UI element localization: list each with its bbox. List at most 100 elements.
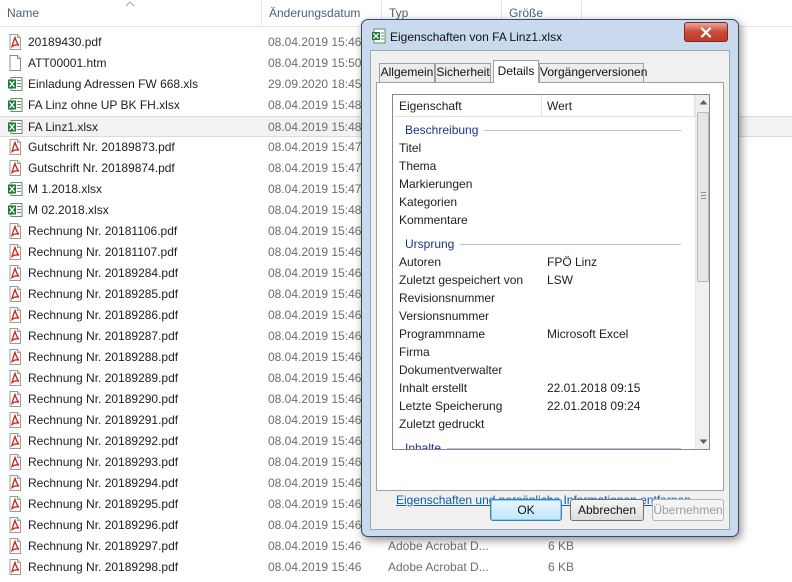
property-row[interactable]: Kategorien bbox=[393, 193, 695, 211]
sort-ascending-icon bbox=[125, 1, 135, 7]
file-date: 08.04.2019 15:46 bbox=[268, 413, 362, 427]
property-row[interactable]: Inhalt erstellt 22.01.2018 09:15 bbox=[393, 379, 695, 397]
file-name: FA Linz1.xlsx bbox=[28, 120, 99, 134]
excel-icon bbox=[7, 76, 23, 92]
property-row[interactable]: Markierungen bbox=[393, 175, 695, 193]
file-date: 08.04.2019 15:46 bbox=[268, 539, 362, 553]
details-panel: Eigenschaft Wert Beschreibung Titel Thema M… bbox=[376, 82, 724, 507]
property-group-title: Inhalte bbox=[405, 441, 442, 450]
column-header-eigenschaft[interactable]: Eigenschaft bbox=[399, 99, 462, 113]
file-date: 29.09.2020 18:45 bbox=[268, 77, 362, 91]
property-row[interactable]: Titel bbox=[393, 139, 695, 157]
property-group-divider bbox=[484, 130, 681, 131]
htm-icon bbox=[7, 55, 23, 71]
file-date: 08.04.2019 15:46 bbox=[268, 329, 362, 343]
column-header-wert[interactable]: Wert bbox=[547, 99, 572, 113]
file-type: Adobe Acrobat D... bbox=[388, 539, 489, 553]
property-name: Inhalt erstellt bbox=[399, 381, 468, 395]
tab-sicherheit[interactable]: Sicherheit bbox=[435, 63, 491, 82]
file-name: Gutschrift Nr. 20189873.pdf bbox=[28, 140, 175, 154]
file-name: Gutschrift Nr. 20189874.pdf bbox=[28, 161, 175, 175]
file-date: 08.04.2019 15:46 bbox=[268, 518, 362, 532]
properties-column-header: Eigenschaft Wert bbox=[393, 95, 695, 117]
property-name: Titel bbox=[399, 141, 422, 155]
tab-details[interactable]: Details bbox=[493, 60, 539, 83]
property-name: Versionsnummer bbox=[399, 309, 490, 323]
property-row[interactable]: Letzte Speicherung 22.01.2018 09:24 bbox=[393, 397, 695, 415]
file-date: 08.04.2019 15:46 bbox=[268, 560, 362, 574]
property-row[interactable]: Programmname Microsoft Excel bbox=[393, 325, 695, 343]
file-size: 6 KB bbox=[547, 539, 574, 553]
property-group-divider bbox=[460, 244, 681, 245]
pdf-icon bbox=[7, 475, 23, 491]
property-row[interactable]: Dokumentverwalter bbox=[393, 361, 695, 379]
properties-scrollbar[interactable] bbox=[695, 95, 709, 449]
pdf-icon bbox=[7, 265, 23, 281]
tab-vorgaengerversionen[interactable]: Vorgängerversionen bbox=[539, 63, 647, 82]
file-name: Rechnung Nr. 20189290.pdf bbox=[28, 392, 179, 406]
file-row[interactable]: Rechnung Nr. 20189297.pdf 08.04.2019 15:4… bbox=[0, 536, 792, 557]
pdf-icon bbox=[7, 328, 23, 344]
dialog-titlebar[interactable]: Eigenschaften von FA Linz1.xlsx bbox=[362, 20, 738, 50]
apply-button[interactable]: Übernehmen bbox=[652, 499, 724, 521]
pdf-icon bbox=[7, 349, 23, 365]
scroll-grip-line bbox=[701, 195, 706, 196]
property-row[interactable]: Zuletzt gespeichert von LSW bbox=[393, 271, 695, 289]
pdf-icon bbox=[7, 538, 23, 554]
scroll-thumb[interactable] bbox=[697, 112, 709, 282]
file-name: Rechnung Nr. 20189293.pdf bbox=[28, 455, 179, 469]
pdf-icon bbox=[7, 286, 23, 302]
property-name: Autoren bbox=[399, 255, 442, 269]
file-name: Einladung Adressen FW 668.xls bbox=[28, 77, 199, 91]
file-date: 08.04.2019 15:48 bbox=[268, 203, 362, 217]
scroll-down-arrow-icon[interactable] bbox=[699, 439, 708, 445]
properties-listview[interactable]: Eigenschaft Wert Beschreibung Titel Thema M… bbox=[392, 94, 710, 450]
scroll-up-arrow-icon[interactable] bbox=[699, 99, 708, 105]
cancel-button-label: Abbrechen bbox=[577, 503, 637, 517]
file-date: 08.04.2019 15:46 bbox=[268, 224, 362, 238]
property-row[interactable]: Autoren FPÖ Linz bbox=[393, 253, 695, 271]
scroll-grip-line bbox=[701, 192, 706, 193]
file-row[interactable]: Rechnung Nr. 20189298.pdf 08.04.2019 15:4… bbox=[0, 557, 792, 578]
file-name: Rechnung Nr. 20189295.pdf bbox=[28, 497, 179, 511]
property-row[interactable]: Kommentare bbox=[393, 211, 695, 229]
property-name: Thema bbox=[399, 159, 437, 173]
property-name: Kommentare bbox=[399, 213, 468, 227]
properties-dialog: Eigenschaften von FA Linz1.xlsx Allgemei… bbox=[361, 19, 739, 537]
column-header-date-label: Änderungsdatum bbox=[269, 6, 361, 20]
dialog-client-area: Allgemein Sicherheit Details Vorgängerve… bbox=[370, 50, 730, 530]
cancel-button[interactable]: Abbrechen bbox=[570, 499, 644, 521]
excel-file-icon bbox=[372, 28, 386, 44]
scroll-grip-line bbox=[701, 198, 706, 199]
file-name: Rechnung Nr. 20189298.pdf bbox=[28, 560, 179, 574]
file-name: Rechnung Nr. 20181106.pdf bbox=[28, 224, 178, 238]
file-name: Rechnung Nr. 20181107.pdf bbox=[28, 245, 178, 259]
file-date: 08.04.2019 15:48 bbox=[268, 98, 362, 112]
file-name: Rechnung Nr. 20189291.pdf bbox=[28, 413, 179, 427]
ok-button[interactable]: OK bbox=[490, 499, 562, 521]
file-name: Rechnung Nr. 20189289.pdf bbox=[28, 371, 179, 385]
tab-allgemein-label: Allgemein bbox=[380, 65, 434, 79]
property-row[interactable]: Zuletzt gedruckt bbox=[393, 415, 695, 433]
close-button[interactable] bbox=[684, 22, 728, 42]
property-row[interactable]: Thema bbox=[393, 157, 695, 175]
file-name: Rechnung Nr. 20189286.pdf bbox=[28, 308, 179, 322]
file-date: 08.04.2019 15:47 bbox=[268, 140, 362, 154]
pdf-icon bbox=[7, 244, 23, 260]
property-row[interactable]: Versionsnummer bbox=[393, 307, 695, 325]
file-date: 08.04.2019 15:50 bbox=[268, 56, 362, 70]
property-name: Letzte Speicherung bbox=[399, 399, 503, 413]
property-name: Kategorien bbox=[399, 195, 458, 209]
file-name: Rechnung Nr. 20189296.pdf bbox=[28, 518, 179, 532]
tab-allgemein[interactable]: Allgemein bbox=[379, 63, 435, 82]
property-row[interactable]: Revisionsnummer bbox=[393, 289, 695, 307]
file-date: 08.04.2019 15:46 bbox=[268, 434, 362, 448]
file-date: 08.04.2019 15:47 bbox=[268, 182, 362, 196]
tab-sicherheit-label: Sicherheit bbox=[436, 65, 490, 79]
excel-icon bbox=[7, 202, 23, 218]
property-row[interactable]: Firma bbox=[393, 343, 695, 361]
pdf-icon bbox=[7, 223, 23, 239]
pdf-icon bbox=[7, 412, 23, 428]
property-value: LSW bbox=[547, 273, 574, 287]
property-name: Revisionsnummer bbox=[399, 291, 496, 305]
